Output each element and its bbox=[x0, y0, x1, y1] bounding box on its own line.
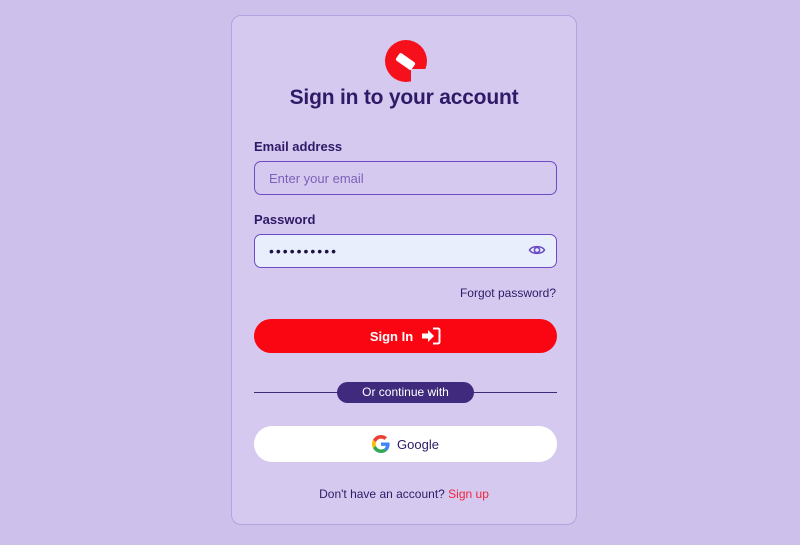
password-label: Password bbox=[254, 212, 316, 227]
divider-label: Or continue with bbox=[337, 382, 474, 403]
email-label: Email address bbox=[254, 139, 343, 154]
google-button[interactable]: Google bbox=[254, 426, 557, 462]
sign-up-prompt: Don't have an account? Sign up bbox=[232, 487, 576, 501]
google-icon bbox=[372, 435, 390, 453]
sign-up-prompt-text: Don't have an account? bbox=[319, 487, 445, 501]
password-field[interactable] bbox=[254, 234, 557, 268]
sign-in-icon bbox=[422, 327, 441, 345]
google-label: Google bbox=[397, 436, 439, 452]
eye-icon[interactable] bbox=[528, 241, 546, 259]
sign-in-label: Sign In bbox=[369, 328, 414, 344]
brand-logo-icon bbox=[385, 40, 427, 82]
sign-in-button[interactable]: Sign In bbox=[254, 319, 557, 353]
forgot-password-link[interactable]: Forgot password? bbox=[460, 286, 556, 300]
page-title: Sign in to your account bbox=[289, 86, 519, 109]
sign-up-link[interactable]: Sign up bbox=[448, 487, 489, 501]
email-field[interactable] bbox=[254, 161, 557, 195]
sign-in-card: Sign in to your account Email address Pa… bbox=[231, 15, 577, 525]
